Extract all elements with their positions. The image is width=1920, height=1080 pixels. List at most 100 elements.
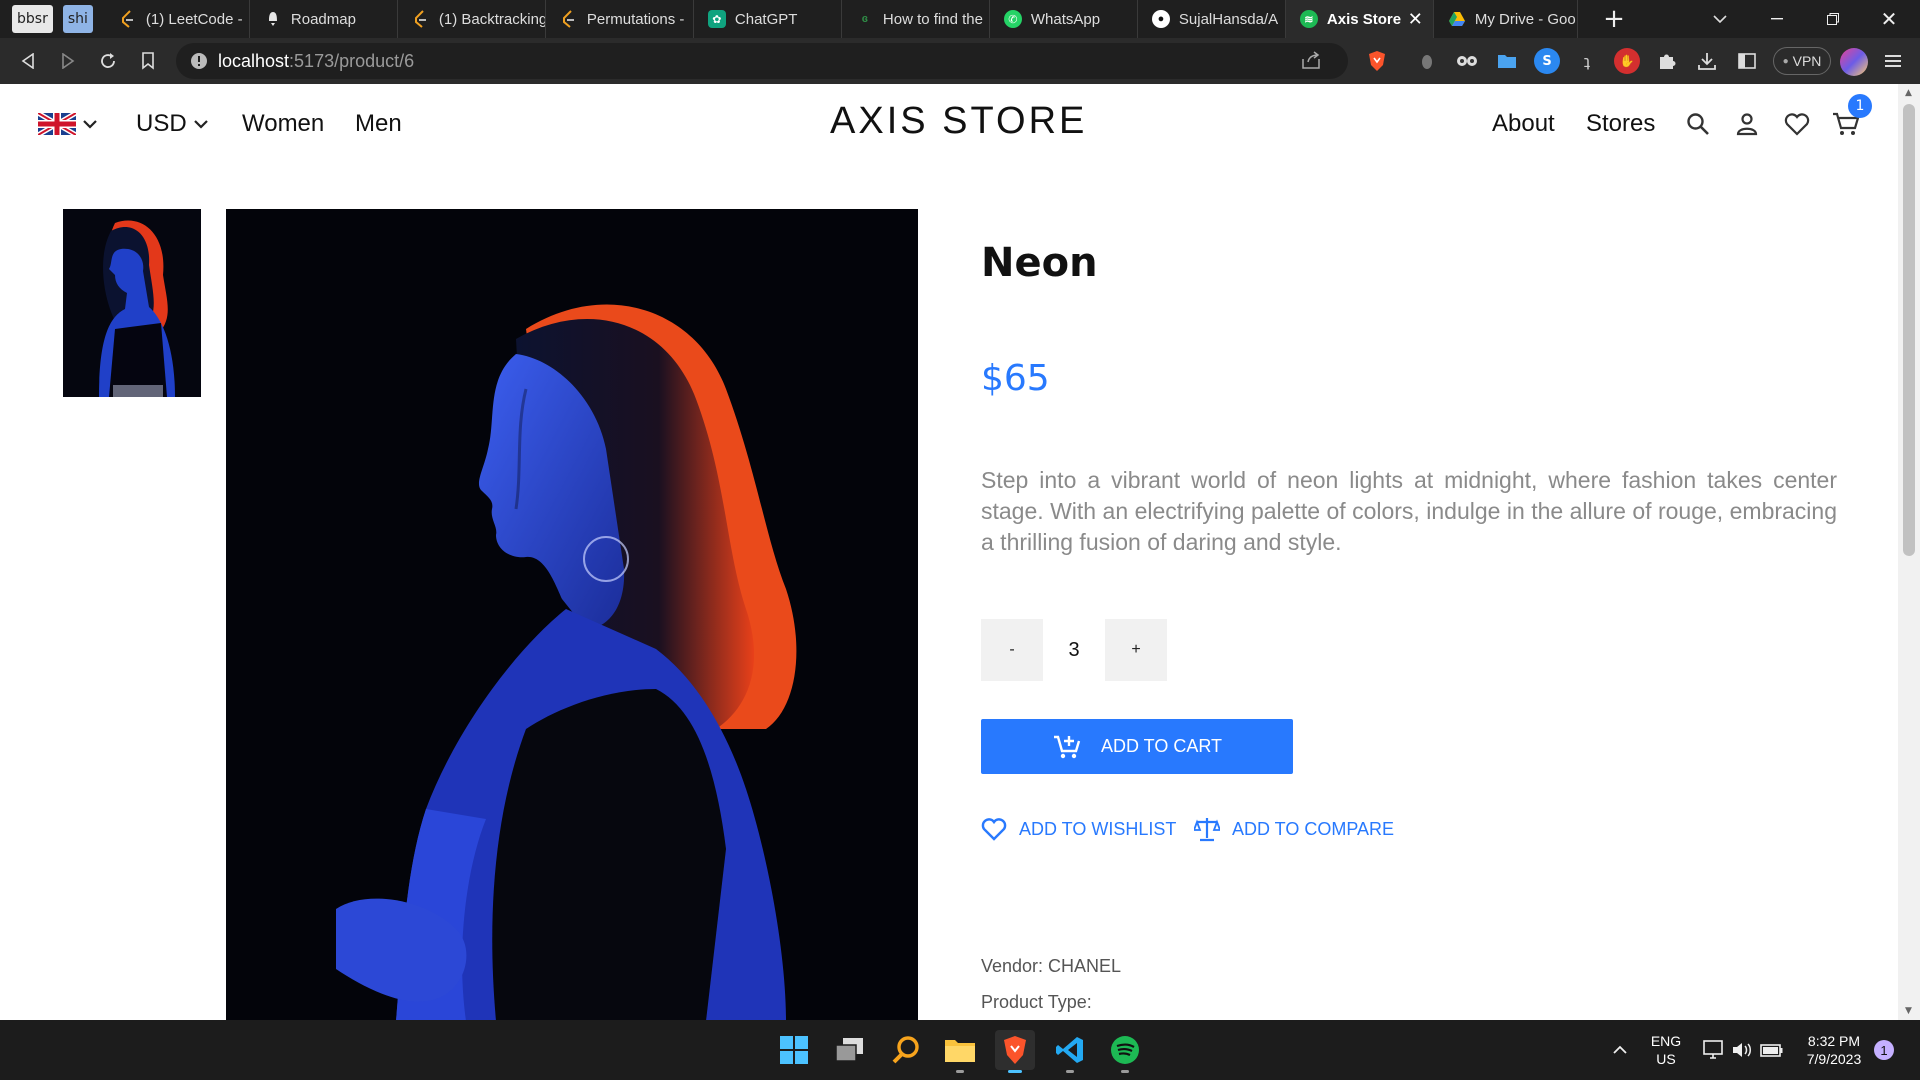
nav-stores[interactable]: Stores <box>1586 104 1655 144</box>
reload-button[interactable] <box>88 38 128 84</box>
tab-label: ChatGPT <box>734 10 798 28</box>
active-indicator <box>1008 1070 1022 1073</box>
forward-button[interactable] <box>48 38 88 84</box>
nav-men[interactable]: Men <box>355 104 402 144</box>
tab-label: How to find the <box>882 10 983 28</box>
brave-shields-icon[interactable] <box>1364 48 1390 74</box>
brave-taskbar-icon[interactable] <box>995 1030 1035 1073</box>
tab-chatgpt[interactable]: ✿ ChatGPT <box>694 0 842 38</box>
language-selector[interactable] <box>38 104 98 144</box>
url-host: localhost <box>218 50 290 71</box>
bookmark-icon[interactable] <box>128 38 168 84</box>
product-vendor: Vendor: CHANEL <box>981 956 1122 976</box>
rewards-icon[interactable] <box>1414 48 1440 74</box>
product-main-image[interactable] <box>226 209 918 1020</box>
spotify-taskbar-icon[interactable] <box>1105 1030 1145 1073</box>
nav-women[interactable]: Women <box>242 104 324 144</box>
tab-gfg[interactable]: ɞ How to find the <box>842 0 990 38</box>
product-price: $65 <box>981 358 1050 399</box>
bookmark-shi[interactable]: shi <box>62 5 93 33</box>
clock-time: 8:32 PM <box>1807 1033 1861 1049</box>
leetcode-icon <box>119 10 137 28</box>
tab-roadmap[interactable]: Roadmap <box>250 0 398 38</box>
tab-permutations[interactable]: Permutations - <box>546 0 694 38</box>
tab-whatsapp[interactable]: ✆ WhatsApp <box>990 0 1138 38</box>
quantity-decrease-button[interactable]: - <box>981 619 1043 681</box>
running-indicator <box>1066 1070 1074 1073</box>
shazam-icon[interactable]: S <box>1534 48 1560 74</box>
uk-flag-icon <box>38 113 76 135</box>
extensions-puzzle-icon[interactable] <box>1654 48 1680 74</box>
battery-icon[interactable] <box>1752 1030 1792 1070</box>
new-tab-button[interactable]: + <box>1594 0 1634 38</box>
tab-github[interactable]: ● SujalHansda/A <box>1138 0 1286 38</box>
store-header: USD Women Men AXIS STORE About Stores 1 <box>0 84 1898 162</box>
task-view-icon[interactable] <box>830 1030 870 1070</box>
tab-google-drive[interactable]: My Drive - Goo <box>1434 0 1578 38</box>
add-to-compare-button[interactable]: ADD TO COMPARE <box>1194 812 1394 846</box>
minimize-button[interactable] <box>1754 0 1800 38</box>
file-explorer-icon[interactable] <box>940 1030 980 1073</box>
quantity-field[interactable] <box>1060 632 1088 668</box>
add-to-cart-button[interactable]: ADD TO CART <box>981 719 1293 774</box>
url-path: :5173/product/6 <box>289 50 415 71</box>
window-close-button[interactable]: ✕ <box>1866 0 1912 38</box>
google-drive-icon <box>1448 10 1466 28</box>
tab-label: SujalHansda/A <box>1178 10 1279 28</box>
vpn-button[interactable]: ● VPN <box>1773 47 1831 75</box>
currency-selector[interactable]: USD <box>136 104 209 144</box>
running-indicator <box>1121 1070 1129 1073</box>
tab-axis-store[interactable]: ≋ Axis Store ✕ <box>1285 0 1434 38</box>
tab-leetcode[interactable]: (1) LeetCode - <box>105 0 250 38</box>
github-icon: ● <box>1151 10 1170 28</box>
page-scrollbar[interactable]: ▲ ▼ <box>1898 84 1920 1020</box>
extension-bolt-icon[interactable]: ʇ <box>1574 48 1600 74</box>
folder-extension-icon[interactable] <box>1494 48 1520 74</box>
chevron-up-icon[interactable] <box>1600 1030 1640 1070</box>
search-taskbar-icon[interactable] <box>886 1030 926 1070</box>
close-icon[interactable]: ✕ <box>1408 9 1423 30</box>
restore-button[interactable] <box>1810 0 1856 38</box>
tab-label: (1) Backtracking <box>438 10 546 28</box>
whatsapp-icon: ✆ <box>1003 10 1022 28</box>
site-info-icon[interactable] <box>190 52 208 75</box>
gfg-icon: ɞ <box>861 13 869 25</box>
notification-badge[interactable]: 1 <box>1874 1040 1894 1060</box>
adblock-icon[interactable]: ✋ <box>1614 48 1640 74</box>
quantity-increase-button[interactable]: + <box>1105 619 1167 681</box>
scroll-down-icon[interactable]: ▼ <box>1905 1006 1912 1016</box>
download-icon[interactable] <box>1694 48 1720 74</box>
language-indicator[interactable]: ENG US <box>1648 1032 1684 1068</box>
back-button[interactable] <box>8 38 48 84</box>
tab-backtracking[interactable]: (1) Backtracking <box>398 0 546 38</box>
url-bar[interactable]: localhost:5173/product/6 <box>176 43 1348 79</box>
currency-label: USD <box>136 110 187 137</box>
nav-about[interactable]: About <box>1492 104 1555 144</box>
product-thumbnail[interactable] <box>63 209 201 397</box>
add-to-wishlist-button[interactable]: ADD TO WISHLIST <box>981 812 1176 846</box>
bookmark-bbsr[interactable]: bbsr <box>12 5 53 33</box>
leetcode-icon <box>560 10 578 28</box>
browser-menu-icon[interactable] <box>1880 48 1906 74</box>
store-logo[interactable]: AXIS STORE <box>830 100 1087 143</box>
account-icon[interactable] <box>1736 104 1758 144</box>
windows-start-icon[interactable] <box>774 1030 814 1070</box>
tab-label: My Drive - Goo <box>1474 10 1576 28</box>
extension-eyes-icon[interactable] <box>1454 48 1480 74</box>
share-icon[interactable] <box>1302 51 1322 74</box>
tab-search-chevron-icon[interactable] <box>1700 0 1740 38</box>
search-icon[interactable] <box>1686 104 1710 144</box>
scroll-up-icon[interactable]: ▲ <box>1905 88 1912 98</box>
leetcode-icon <box>412 10 430 28</box>
product-type: Product Type: <box>981 992 1092 1012</box>
vscode-icon[interactable] <box>1050 1030 1090 1073</box>
wishlist-heart-icon[interactable] <box>1784 104 1810 144</box>
product-description: Step into a vibrant world of neon lights… <box>981 467 1837 555</box>
clock[interactable]: 8:32 PM 7/9/2023 <box>1796 1032 1872 1068</box>
profile-avatar[interactable] <box>1840 48 1868 76</box>
compare-label: ADD TO COMPARE <box>1232 818 1395 839</box>
scrollbar-thumb[interactable] <box>1903 104 1915 556</box>
product-title: Neon <box>981 240 1098 286</box>
product-thumbnail-image <box>63 209 201 397</box>
sidebar-toggle-icon[interactable] <box>1734 48 1760 74</box>
